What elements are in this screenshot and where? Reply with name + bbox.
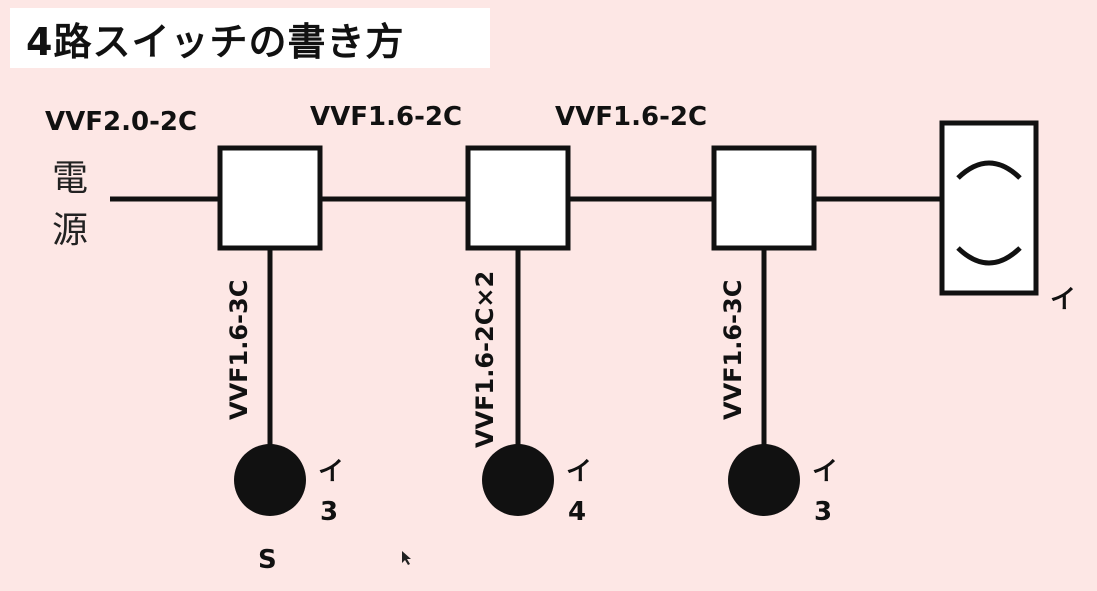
switch-1-extra-label: S [258,545,277,575]
switch-3 [728,444,800,516]
lamp-fixture [939,120,1039,296]
switch-2-label-bottom: 4 [568,497,586,527]
mouse-cursor-icon [402,551,411,565]
switch-2 [482,444,554,516]
power-source-char-2: 源 [52,210,88,251]
cable-label-span2: VVF1.6-2C [555,102,707,132]
junction-box-3 [711,145,817,251]
wiring-diagram: VVF2.0-2C VVF1.6-2C VVF1.6-2C 電 源 イ VVF1… [45,102,1076,575]
cable-label-feed: VVF2.0-2C [45,107,197,137]
cable-label-drop3: VVF1.6-3C [719,280,747,420]
switch-1-label-bottom: 3 [320,497,338,527]
switch-1-label-top: イ [318,457,344,487]
power-source-char-1: 電 [52,158,88,199]
cable-label-drop2: VVF1.6-2C×2 [471,271,499,448]
switch-3-label-top: イ [812,457,838,487]
switch-2-label-top: イ [566,457,592,487]
switch-1 [234,444,306,516]
junction-box-2 [465,145,571,251]
diagram-canvas: 4路スイッチの書き方 VVF2.0-2C VVF1.6-2C VVF1.6-2C… [0,0,1097,591]
switch-3-label-bottom: 3 [814,497,832,527]
cable-label-span1: VVF1.6-2C [310,102,462,132]
lamp-label: イ [1050,285,1076,315]
cable-label-drop1: VVF1.6-3C [225,280,253,420]
junction-box-1 [217,145,323,251]
